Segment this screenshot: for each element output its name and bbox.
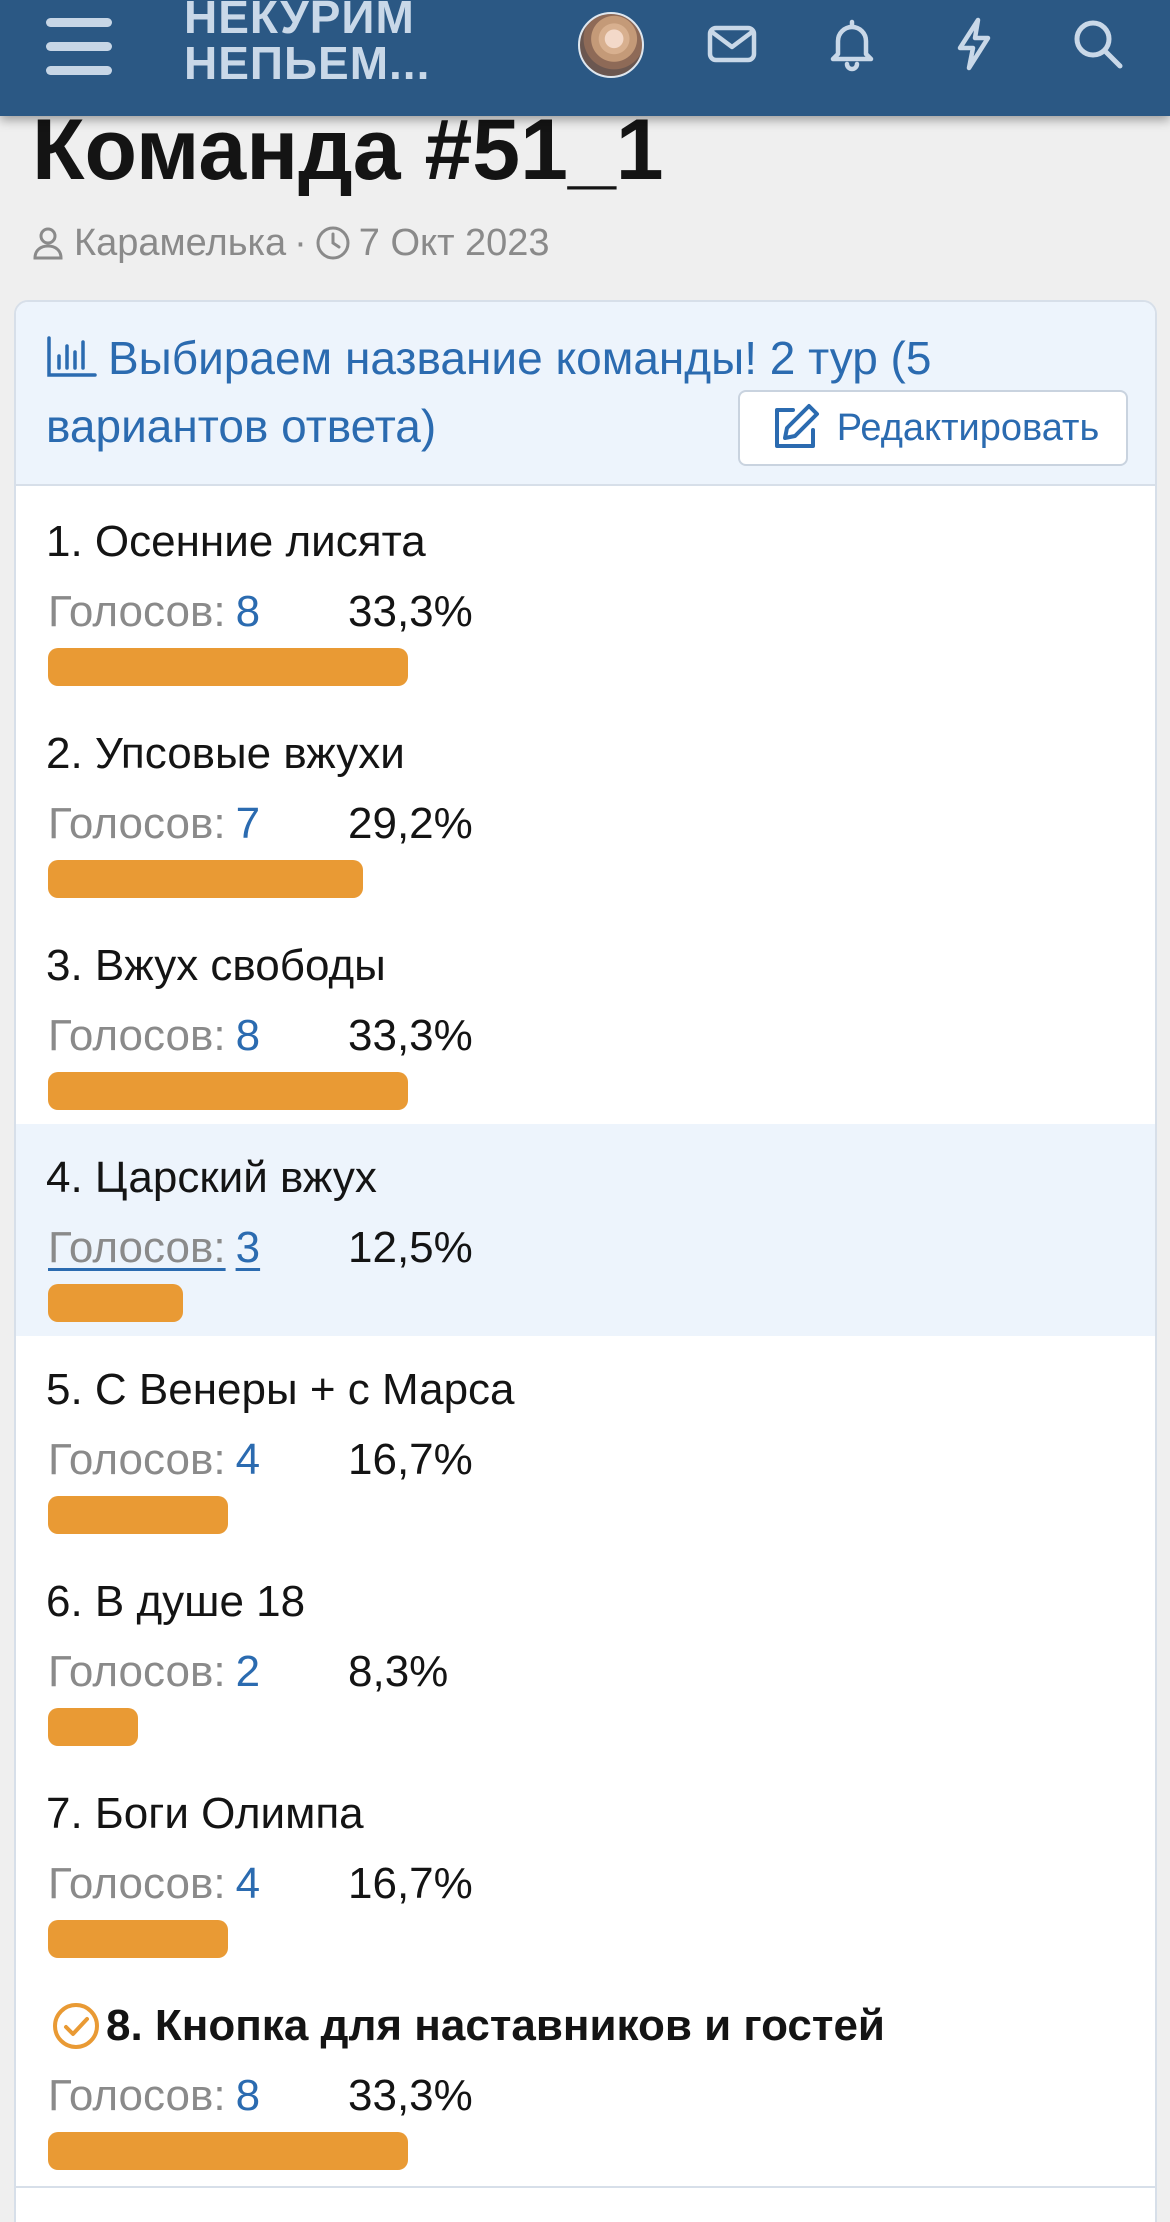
meta-separator: · [294,221,307,264]
poll-option-votes-link[interactable]: Голосов: 8 [48,2068,260,2124]
votes-count: 7 [235,799,261,848]
poll-option: 1. Осенние лисята Голосов: 8 33,3% [16,488,1155,700]
logo-line-1: НЕКУРИМ [184,0,415,43]
poll-option-percent: 16,7% [348,1859,473,1908]
poll-option-percent: 12,5% [348,1223,473,1272]
votes-label: Голосов: [48,587,226,636]
votes-count: 8 [235,587,261,636]
poll-option-progress-bar [48,648,408,686]
votes-count: 4 [235,1859,261,1908]
poll-option-votes-link[interactable]: Голосов: 3 [48,1220,260,1276]
poll-option-percent: 16,7% [348,1435,473,1484]
thread-meta: Карамелька · 7 Окт 2023 [30,218,550,268]
votes-count: 3 [235,1223,261,1272]
logo-line-2: НЕПЬЕМ... [184,37,431,89]
votes-count: 8 [235,1011,261,1060]
poll-option: 8. Кнопка для наставников и гостей Голосо… [16,1972,1155,2184]
votes-label: Голосов: [48,1435,226,1484]
poll-option-percent: 29,2% [348,799,473,848]
poll-option: 2. Упсовые вжухи Голосов: 7 29,2% [16,700,1155,912]
votes-label: Голосов: [48,1859,226,1908]
edit-icon [774,404,819,448]
votes-label: Голосов: [48,1011,226,1060]
votes-label: Голосов: [48,1223,226,1272]
poll-option-votes-link[interactable]: Голосов: 4 [48,1856,260,1912]
poll-option-label: 5. С Венеры + с Марса [46,1365,515,1414]
poll-option-progress-bar [48,1284,183,1322]
votes-label: Голосов: [48,1647,226,1696]
user-icon [33,227,63,260]
poll-option-percent: 33,3% [348,1011,473,1060]
menu-icon[interactable] [46,18,116,75]
bell-icon[interactable] [822,14,882,74]
poll-option-label: 4. Царский вжух [46,1153,377,1202]
poll-option-votes-link[interactable]: Голосов: 4 [48,1432,260,1488]
poll-option: 3. Вжух свободы Голосов: 8 33,3% [16,912,1155,1124]
poll-option-label: 3. Вжух свободы [46,941,386,990]
poll-option-progress-bar [48,1708,138,1746]
poll-option-votes-link[interactable]: Голосов: 8 [48,584,260,640]
poll-option-percent: 33,3% [348,2071,473,2120]
top-navigation-bar: НЕКУРИМ НЕПЬЕМ... [0,0,1170,116]
poll-option: 5. С Венеры + с Марса Голосов: 4 16,7% [16,1336,1155,1548]
poll-option: 6. В душе 18 Голосов: 2 8,3% [16,1548,1155,1760]
thread-date[interactable]: 7 Окт 2023 [359,222,550,265]
poll-option: 4. Царский вжух Голосов: 3 12,5% [16,1124,1155,1336]
poll-option-votes-link[interactable]: Голосов: 2 [48,1644,260,1700]
poll-option-label: 8. Кнопка для наставников и гостей [106,2001,885,2050]
mail-icon[interactable] [702,14,762,74]
votes-label: Голосов: [48,799,226,848]
poll-option-progress-bar [48,1072,408,1110]
poll-option-progress-bar [48,860,363,898]
poll-header: Выбираем название команды! 2 тур (5 вари… [16,302,1155,486]
bar-chart-icon [47,336,97,377]
poll-option-progress-bar [48,2132,408,2170]
poll-option-percent: 8,3% [348,1647,449,1696]
votes-count: 8 [235,2071,261,2120]
votes-label: Голосов: [48,2071,226,2120]
edit-button-label: Редактировать [836,406,1100,449]
edit-button[interactable]: Редактировать [738,390,1128,466]
poll-option-label: 7. Боги Олимпа [46,1789,364,1838]
poll-option-label: 2. Упсовые вжухи [46,729,405,778]
site-logo[interactable]: НЕКУРИМ НЕПЬЕМ... [184,0,430,86]
votes-count: 4 [235,1435,261,1484]
avatar[interactable] [578,12,644,78]
poll-option-label: 1. Осенние лисята [46,517,426,566]
search-icon[interactable] [1068,14,1128,74]
poll-option-progress-bar [48,1496,228,1534]
poll-option-progress-bar [48,1920,228,1958]
thread-author[interactable]: Карамелька [74,222,286,265]
poll-option-percent: 33,3% [348,587,473,636]
poll-option: 7. Боги Олимпа Голосов: 4 16,7% [16,1760,1155,1972]
checkmark-circle-icon [53,2003,99,2049]
bolt-icon[interactable] [944,14,1004,74]
clock-icon [316,226,350,260]
poll-block: Выбираем название команды! 2 тур (5 вари… [14,300,1157,2222]
votes-count: 2 [235,1647,261,1696]
poll-option-votes-link[interactable]: Голосов: 8 [48,1008,260,1064]
poll-option-votes-link[interactable]: Голосов: 7 [48,796,260,852]
poll-footer [16,2186,1155,2222]
poll-option-label: 6. В душе 18 [46,1577,306,1626]
